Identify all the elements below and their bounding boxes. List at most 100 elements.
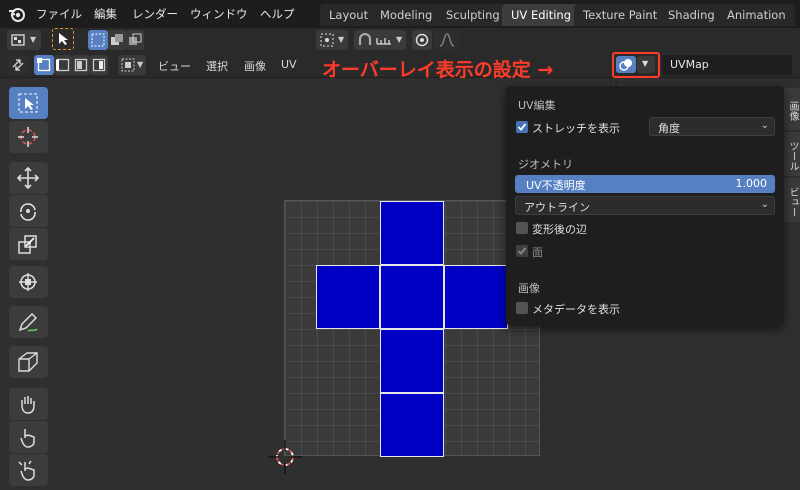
uv-opacity-label: UV不透明度 — [526, 179, 586, 192]
chevron-down-icon: ▼ — [396, 35, 403, 44]
modified-edges-label[interactable]: 変形後の辺 — [532, 221, 587, 237]
sync-selection-button[interactable] — [7, 55, 29, 75]
tool-settings-header: ▼ ▼ ▼ — [0, 28, 800, 52]
falloff-button[interactable] — [434, 30, 460, 50]
uv-opacity-value: 1.000 — [735, 177, 768, 190]
uv-face[interactable] — [380, 265, 444, 329]
menu-uv[interactable]: UV — [281, 58, 297, 71]
uv-face[interactable] — [316, 265, 380, 329]
tool-grab[interactable] — [9, 388, 48, 420]
grab-hand-icon — [21, 396, 35, 414]
tab-sculpting[interactable]: Sculpting — [437, 4, 509, 26]
tool-transform[interactable] — [9, 266, 48, 298]
transform-icon — [19, 273, 37, 291]
tool-select-box[interactable] — [9, 87, 48, 119]
tool-annotate[interactable] — [9, 306, 48, 338]
chevron-down-icon: ⌄ — [760, 199, 769, 210]
checkmark-icon — [517, 123, 527, 131]
menu-edit[interactable]: 編集 — [94, 6, 117, 22]
edge-mode-icon — [56, 58, 70, 72]
edge-display-dropdown[interactable]: アウトライン ⌄ — [515, 196, 775, 215]
tab-shading[interactable]: Shading — [659, 4, 724, 26]
stretch-label[interactable]: ストレッチを表示 — [532, 120, 620, 136]
faces-checkbox[interactable] — [516, 245, 528, 257]
select-new-icon — [91, 33, 105, 47]
tool-relax[interactable] — [9, 421, 48, 453]
uv-face[interactable] — [380, 201, 444, 265]
overlay-dropdown-button[interactable]: ▼ — [637, 56, 655, 73]
sticky-select-icon — [121, 58, 135, 72]
mode-subtract-button[interactable] — [126, 30, 144, 50]
uv-opacity-slider[interactable]: UV不透明度 1.000 — [515, 175, 775, 193]
tool-rotate[interactable] — [9, 195, 48, 227]
blender-logo-icon[interactable] — [8, 5, 26, 26]
overlay-toggle-button[interactable] — [616, 56, 636, 73]
modified-edges-checkbox[interactable] — [516, 222, 528, 234]
tool-cursor[interactable] — [9, 121, 48, 153]
pivot-icon — [320, 33, 334, 47]
metadata-label[interactable]: メタデータを表示 — [532, 301, 620, 317]
face-select-mode-button[interactable] — [72, 55, 90, 75]
tool-move[interactable] — [9, 162, 48, 194]
sidebar-tab-view[interactable]: ビュー — [782, 178, 800, 222]
select-box-icon — [18, 93, 38, 113]
mode-extend-button[interactable] — [108, 30, 126, 50]
2d-cursor-icon[interactable] — [266, 438, 304, 476]
top-menu-bar: ファイル 編集 レンダー ウィンドウ ヘルプ Layout Modeling S… — [0, 0, 800, 28]
tab-animation[interactable]: Animation — [718, 4, 795, 26]
chevron-down-icon: ▼ — [30, 35, 37, 44]
stretch-mode-dropdown[interactable]: 角度 ⌄ — [649, 117, 775, 136]
faces-label[interactable]: 面 — [532, 244, 543, 260]
vertex-mode-icon — [37, 58, 51, 72]
uv-map-field[interactable]: UVMap — [662, 55, 792, 75]
tool-scale[interactable] — [9, 228, 48, 260]
pencil-icon — [18, 312, 38, 332]
overlay-circles-icon — [619, 59, 632, 71]
rip-region-icon — [18, 352, 38, 372]
tab-texture-paint[interactable]: Texture Paint — [574, 4, 667, 26]
stretch-mode-value: 角度 — [658, 122, 680, 135]
uv-map-name: UVMap — [670, 58, 709, 71]
uv-face[interactable] — [444, 265, 508, 329]
snap-settings[interactable]: ▼ — [354, 30, 406, 50]
menu-file[interactable]: ファイル — [36, 6, 82, 22]
island-mode-icon — [92, 58, 106, 72]
menu-window[interactable]: ウィンドウ — [190, 6, 248, 22]
sidebar-tab-image[interactable]: 画像 — [782, 88, 800, 130]
pinch-hand-icon — [18, 460, 35, 481]
chevron-down-icon: ▼ — [642, 59, 649, 68]
menu-image[interactable]: 画像 — [244, 58, 266, 74]
sync-arrows-icon — [12, 59, 24, 71]
pivot-point-dropdown[interactable]: ▼ — [316, 30, 348, 50]
move-icon — [17, 167, 39, 189]
proportional-edit-button[interactable] — [412, 30, 432, 50]
geometry-section-title: ジオメトリ — [518, 158, 573, 171]
uv-face[interactable] — [380, 329, 444, 393]
sidebar-tab-tool[interactable]: ツール — [782, 132, 800, 176]
island-select-mode-button[interactable] — [90, 55, 108, 75]
tool-pinch[interactable] — [9, 454, 48, 486]
falloff-curve-icon — [439, 33, 455, 47]
stretch-checkbox[interactable] — [516, 121, 528, 133]
rotate-icon — [20, 203, 36, 221]
menu-render[interactable]: レンダー — [132, 6, 178, 22]
menu-view[interactable]: ビュー — [158, 58, 191, 74]
uv-face[interactable] — [380, 393, 444, 457]
select-tool-button[interactable] — [52, 28, 74, 50]
mode-new-button[interactable] — [88, 30, 108, 50]
cursor-icon — [18, 127, 38, 147]
edge-select-mode-button[interactable] — [54, 55, 72, 75]
tab-layout[interactable]: Layout — [320, 4, 378, 26]
menu-help[interactable]: ヘルプ — [260, 6, 295, 22]
menu-select[interactable]: 選択 — [206, 58, 228, 74]
tab-modeling[interactable]: Modeling — [371, 4, 442, 26]
tab-uv-editing[interactable]: UV Editing — [502, 4, 580, 26]
sticky-selection-dropdown[interactable]: ▼ — [118, 55, 146, 75]
overlay-settings-highlight: ▼ — [612, 52, 660, 78]
select-extend-icon — [111, 34, 123, 45]
metadata-checkbox[interactable] — [516, 302, 528, 314]
vertex-select-mode-button[interactable] — [34, 55, 54, 75]
tool-rip-region[interactable] — [9, 346, 48, 378]
uv-editing-section-title: UV編集 — [518, 99, 556, 112]
editor-type-button[interactable]: ▼ — [7, 30, 41, 50]
